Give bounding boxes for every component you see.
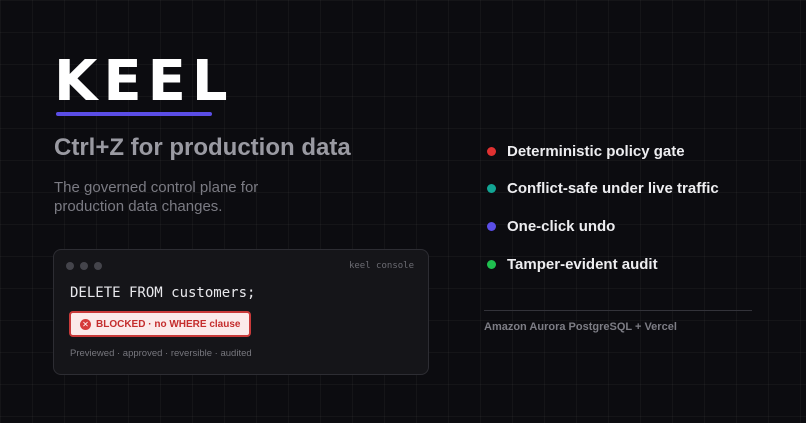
logo-underline (56, 112, 212, 116)
feature-item: Tamper-evident audit (487, 256, 658, 273)
platform-text: Amazon Aurora PostgreSQL + Vercel (484, 321, 677, 333)
sql-statement: DELETE FROM customers; (70, 285, 256, 301)
x-circle-icon: ✕ (80, 318, 91, 330)
window-dot (80, 262, 88, 270)
bullet-dot-icon (487, 222, 496, 231)
feature-item: Deterministic policy gate (487, 143, 685, 160)
window-dot (94, 262, 102, 270)
feature-label: Tamper-evident audit (507, 256, 658, 273)
bullet-dot-icon (487, 147, 496, 156)
feature-label: Deterministic policy gate (507, 143, 685, 160)
feature-item: Conflict-safe under live traffic (487, 180, 719, 197)
console-title: keel console (348, 261, 414, 271)
bullet-dot-icon (487, 260, 496, 269)
description: The governed control plane for productio… (54, 179, 259, 215)
divider (484, 310, 752, 311)
console-footer: Previewed · approved · reversible · audi… (70, 348, 252, 359)
bullet-dot-icon (487, 184, 496, 193)
feature-label: One-click undo (507, 218, 616, 235)
feature-label: Conflict-safe under live traffic (507, 180, 719, 197)
window-dot (66, 262, 74, 270)
blocked-badge: ✕ BLOCKED · no WHERE clause (69, 311, 252, 337)
console-window: keel console DELETE FROM customers; ✕ BL… (53, 249, 429, 375)
blocked-badge-label: BLOCKED · no WHERE clause (96, 318, 241, 330)
keel-logo: KEEL (54, 49, 234, 114)
feature-item: One-click undo (487, 218, 615, 235)
tagline: Ctrl+Z for production data (54, 134, 351, 161)
